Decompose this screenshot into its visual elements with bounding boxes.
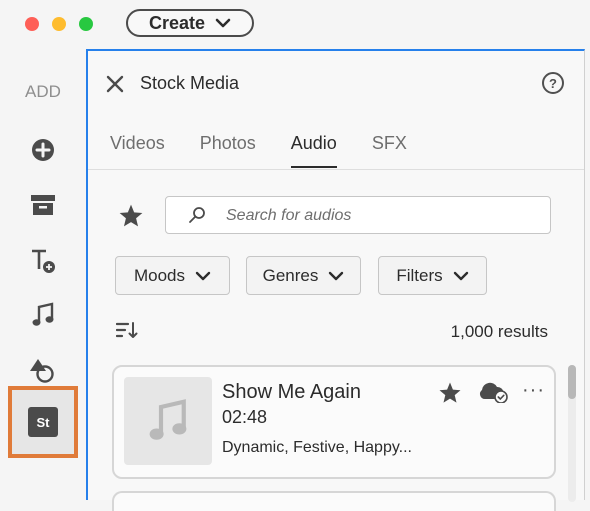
panel-header: Stock Media ?	[88, 51, 584, 117]
tab-photos[interactable]: Photos	[200, 133, 256, 168]
tab-sfx[interactable]: SFX	[372, 133, 407, 168]
favorites-star-icon[interactable]	[118, 203, 144, 229]
results-count: 1,000 results	[450, 322, 548, 341]
cloud-check-icon[interactable]	[478, 381, 508, 403]
more-options-icon[interactable]: ···	[522, 379, 545, 402]
add-section-label: ADD	[25, 82, 61, 101]
shapes-icon[interactable]	[28, 355, 58, 385]
create-button-label: Create	[148, 12, 206, 33]
moods-label: Moods	[133, 265, 186, 285]
tab-audio[interactable]: Audio	[290, 133, 337, 168]
filters-label: Filters	[396, 265, 443, 285]
zoom-window-button[interactable]	[79, 17, 93, 31]
track-title: Show Me Again	[222, 381, 361, 403]
next-track-card[interactable]	[112, 491, 556, 511]
window-titlebar: Create	[0, 0, 590, 48]
stock-icon: St	[28, 407, 58, 437]
chevron-down-icon	[453, 271, 468, 280]
track-duration: 02:48	[222, 407, 268, 427]
media-tabs: Videos Photos Audio SFX	[110, 133, 442, 168]
chevron-down-icon	[329, 271, 344, 280]
music-note-icon[interactable]	[28, 300, 58, 330]
create-button[interactable]: Create	[126, 9, 254, 37]
help-icon[interactable]: ?	[542, 72, 564, 94]
tab-videos[interactable]: Videos	[110, 133, 165, 168]
archive-icon[interactable]	[28, 190, 58, 220]
genres-dropdown[interactable]: Genres	[246, 256, 361, 295]
scrollbar-thumb[interactable]	[568, 365, 576, 399]
filters-dropdown[interactable]: Filters	[378, 256, 487, 295]
left-rail: ADD St	[0, 48, 86, 500]
minimize-window-button[interactable]	[52, 17, 66, 31]
chevron-down-icon	[215, 18, 231, 28]
stock-media-panel: Stock Media ? Videos Photos Audio SFX Mo…	[86, 49, 585, 511]
close-icon[interactable]	[104, 73, 126, 95]
search-box[interactable]	[165, 196, 551, 234]
plus-circle-icon[interactable]	[28, 135, 58, 165]
track-thumbnail	[124, 377, 212, 465]
sort-icon[interactable]	[116, 320, 138, 340]
results-scrollbar[interactable]	[568, 365, 576, 502]
track-tags: Dynamic, Festive, Happy...	[222, 439, 412, 456]
tab-divider	[88, 169, 584, 170]
text-add-icon[interactable]	[28, 246, 58, 276]
favorite-star-icon[interactable]	[438, 381, 462, 405]
music-note-icon	[149, 399, 187, 440]
chevron-down-icon	[195, 271, 211, 280]
genres-label: Genres	[262, 265, 319, 285]
search-icon	[189, 207, 205, 223]
track-card[interactable]: Show Me Again 02:48 Dynamic, Festive, Ha…	[112, 365, 556, 479]
moods-dropdown[interactable]: Moods	[115, 256, 230, 295]
close-window-button[interactable]	[25, 17, 39, 31]
stock-rail-item[interactable]: St	[8, 386, 78, 458]
search-input[interactable]	[224, 204, 528, 228]
panel-title: Stock Media	[140, 73, 240, 93]
